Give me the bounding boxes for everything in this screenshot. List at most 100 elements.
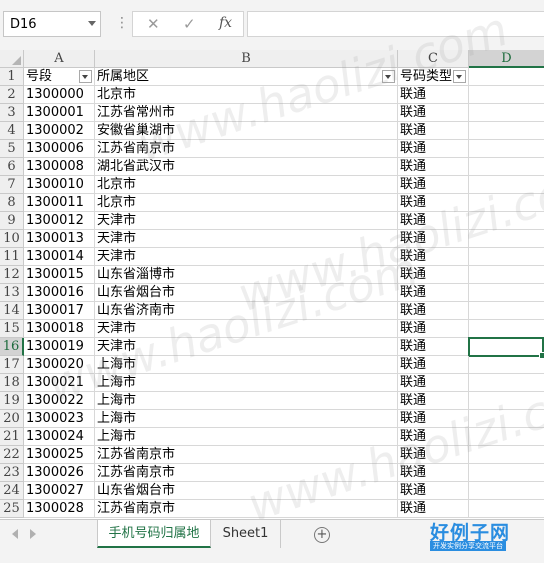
row-header[interactable]: 7 [0, 176, 24, 194]
cell-region[interactable]: 北京市 [95, 176, 398, 194]
row-header[interactable]: 5 [0, 140, 24, 158]
cell-number-segment[interactable]: 1300028 [24, 500, 95, 518]
cell-region[interactable]: 天津市 [95, 338, 398, 356]
cell-number-segment[interactable]: 1300008 [24, 158, 95, 176]
cell-region[interactable]: 江苏省南京市 [95, 500, 398, 518]
cell-region[interactable]: 山东省淄博市 [95, 266, 398, 284]
column-header-c[interactable]: C [398, 50, 469, 68]
empty-cell[interactable] [469, 104, 544, 122]
cell-number-segment[interactable]: 1300021 [24, 374, 95, 392]
cell-number-type[interactable]: 联通 [398, 86, 469, 104]
empty-cell[interactable] [469, 140, 544, 158]
header-cell-region[interactable]: 所属地区 [95, 68, 398, 86]
empty-cell[interactable] [469, 158, 544, 176]
filter-dropdown-icon[interactable] [382, 70, 395, 83]
cell-number-segment[interactable]: 1300000 [24, 86, 95, 104]
cell-region[interactable]: 安徽省巢湖市 [95, 122, 398, 140]
row-header[interactable]: 25 [0, 500, 24, 518]
column-header-d[interactable]: D [469, 50, 544, 68]
empty-cell[interactable] [469, 428, 544, 446]
cell-region[interactable]: 天津市 [95, 320, 398, 338]
cell-number-type[interactable]: 联通 [398, 374, 469, 392]
row-header[interactable]: 2 [0, 86, 24, 104]
cell-number-type[interactable]: 联通 [398, 230, 469, 248]
row-header[interactable]: 21 [0, 428, 24, 446]
enter-icon[interactable]: ✓ [183, 15, 196, 33]
row-header[interactable]: 22 [0, 446, 24, 464]
cancel-icon[interactable]: ✕ [147, 15, 160, 33]
row-header[interactable]: 19 [0, 392, 24, 410]
chevron-down-icon[interactable] [88, 21, 96, 26]
cell-number-segment[interactable]: 1300024 [24, 428, 95, 446]
cell-number-type[interactable]: 联通 [398, 320, 469, 338]
cell-number-type[interactable]: 联通 [398, 482, 469, 500]
row-header[interactable]: 1 [0, 68, 24, 86]
empty-cell[interactable] [469, 248, 544, 266]
cell-number-type[interactable]: 联通 [398, 122, 469, 140]
row-header[interactable]: 13 [0, 284, 24, 302]
cell-number-type[interactable]: 联通 [398, 338, 469, 356]
cell-number-type[interactable]: 联通 [398, 104, 469, 122]
cell-number-segment[interactable]: 1300023 [24, 410, 95, 428]
empty-cell[interactable] [469, 410, 544, 428]
formula-input[interactable] [247, 11, 544, 37]
cell-number-type[interactable]: 联通 [398, 410, 469, 428]
cell-number-segment[interactable]: 1300016 [24, 284, 95, 302]
row-header[interactable]: 16 [0, 338, 24, 356]
empty-cell[interactable] [469, 374, 544, 392]
cell-region[interactable]: 上海市 [95, 356, 398, 374]
prev-sheet-icon[interactable] [12, 529, 18, 539]
cell-number-segment[interactable]: 1300022 [24, 392, 95, 410]
next-sheet-icon[interactable] [30, 529, 36, 539]
cell-number-type[interactable]: 联通 [398, 464, 469, 482]
cell-number-type[interactable]: 联通 [398, 392, 469, 410]
cell-region[interactable]: 上海市 [95, 428, 398, 446]
cell-region[interactable]: 上海市 [95, 410, 398, 428]
empty-cell[interactable] [469, 482, 544, 500]
cell-number-type[interactable]: 联通 [398, 158, 469, 176]
row-header[interactable]: 4 [0, 122, 24, 140]
add-sheet-icon[interactable]: + [314, 527, 330, 543]
row-header[interactable]: 12 [0, 266, 24, 284]
empty-cell[interactable] [469, 230, 544, 248]
cell-region[interactable]: 天津市 [95, 212, 398, 230]
cell-number-type[interactable]: 联通 [398, 500, 469, 518]
cell-number-segment[interactable]: 1300010 [24, 176, 95, 194]
cell-region[interactable]: 上海市 [95, 374, 398, 392]
empty-cell[interactable] [469, 122, 544, 140]
cell-number-segment[interactable]: 1300027 [24, 482, 95, 500]
cell-number-type[interactable]: 联通 [398, 302, 469, 320]
empty-cell[interactable] [469, 266, 544, 284]
empty-cell[interactable] [469, 284, 544, 302]
row-header[interactable]: 24 [0, 482, 24, 500]
cell-region[interactable]: 江苏省南京市 [95, 140, 398, 158]
cell-number-segment[interactable]: 1300002 [24, 122, 95, 140]
cell-region[interactable]: 北京市 [95, 86, 398, 104]
empty-cell[interactable] [469, 464, 544, 482]
cell-region[interactable]: 北京市 [95, 194, 398, 212]
cell-number-segment[interactable]: 1300020 [24, 356, 95, 374]
cell-region[interactable]: 江苏省南京市 [95, 446, 398, 464]
cell-number-segment[interactable]: 1300025 [24, 446, 95, 464]
empty-cell[interactable] [469, 320, 544, 338]
sheet-tab[interactable]: Sheet1 [211, 520, 281, 548]
cell-number-type[interactable]: 联通 [398, 356, 469, 374]
header-cell-number-type[interactable]: 号码类型 [398, 68, 469, 86]
empty-cell[interactable] [469, 338, 544, 356]
select-all-button[interactable] [0, 50, 24, 68]
row-header[interactable]: 3 [0, 104, 24, 122]
row-header[interactable]: 23 [0, 464, 24, 482]
empty-cell[interactable] [469, 176, 544, 194]
cell-number-segment[interactable]: 1300019 [24, 338, 95, 356]
row-header[interactable]: 14 [0, 302, 24, 320]
cell-number-type[interactable]: 联通 [398, 140, 469, 158]
cell-region[interactable]: 山东省烟台市 [95, 284, 398, 302]
cell-number-type[interactable]: 联通 [398, 284, 469, 302]
empty-cell[interactable] [469, 392, 544, 410]
cell-number-segment[interactable]: 1300001 [24, 104, 95, 122]
cell-region[interactable]: 天津市 [95, 230, 398, 248]
column-header-a[interactable]: A [24, 50, 95, 68]
empty-cell[interactable] [469, 194, 544, 212]
insert-function-icon[interactable]: fx [219, 15, 232, 31]
sheet-tab-active[interactable]: 手机号码归属地 [97, 520, 211, 548]
